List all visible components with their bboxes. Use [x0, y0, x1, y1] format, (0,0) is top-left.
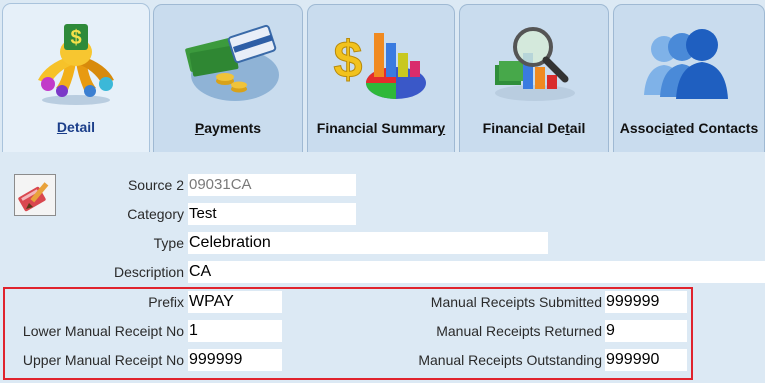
source2-field[interactable]: 09031CA	[188, 174, 356, 196]
type-field[interactable]: Celebration	[188, 232, 548, 254]
category-label: Category	[127, 206, 184, 222]
tab-financial-summary[interactable]: $ Financial Summary	[307, 4, 455, 152]
lower-receipt-field[interactable]: 1	[188, 320, 282, 342]
upper-receipt-label: Upper Manual Receipt No	[22, 352, 184, 368]
description-label: Description	[113, 264, 184, 280]
magnifier-chart-icon	[495, 27, 575, 101]
tab-payments[interactable]: Payments	[153, 4, 303, 152]
description-field[interactable]: CA	[188, 261, 765, 283]
money-hand-icon: $	[38, 24, 114, 105]
tab-financial-detail[interactable]: Financial Detail	[459, 4, 609, 152]
receipts-returned-label: Manual Receipts Returned	[436, 323, 602, 339]
type-label: Type	[153, 235, 184, 251]
receipts-outstanding-field[interactable]: 999990	[605, 349, 687, 371]
svg-text:$: $	[334, 31, 363, 89]
tab-detail[interactable]: $ Detail	[2, 3, 150, 153]
receipts-returned-field[interactable]: 9	[605, 320, 687, 342]
tab-detail-label: Detail	[56, 119, 96, 135]
edit-pencil-icon	[18, 182, 49, 212]
tab-associated-contacts[interactable]: Associated Contacts	[613, 4, 765, 152]
lower-receipt-label: Lower Manual Receipt No	[22, 323, 184, 339]
payment-cards-icon	[185, 24, 279, 101]
tab-associated-contacts-label: Associated Contacts	[619, 120, 759, 136]
financial-chart-icon: $	[333, 31, 426, 99]
upper-receipt-field[interactable]: 999999	[188, 349, 282, 371]
tab-financial-summary-label: Financial Summary	[316, 120, 446, 136]
source2-label: Source 2	[127, 177, 184, 193]
contacts-group-icon	[644, 29, 728, 99]
prefix-label: Prefix	[148, 294, 184, 310]
receipts-submitted-field[interactable]: 999999	[605, 291, 687, 313]
tab-strip: $ Detail Payments $ Financial Summary Fi…	[0, 0, 765, 153]
prefix-field[interactable]: WPAY	[188, 291, 282, 313]
category-field[interactable]: Test	[188, 203, 356, 225]
detail-form: Source 2 09031CA Category Test Type Cele…	[0, 152, 765, 383]
svg-text:$: $	[70, 27, 81, 49]
receipts-submitted-label: Manual Receipts Submitted	[430, 294, 602, 310]
receipts-outstanding-label: Manual Receipts Outstanding	[418, 352, 602, 368]
edit-button[interactable]	[14, 174, 56, 216]
tab-financial-detail-label: Financial Detail	[482, 120, 586, 136]
tab-payments-label: Payments	[194, 120, 262, 136]
